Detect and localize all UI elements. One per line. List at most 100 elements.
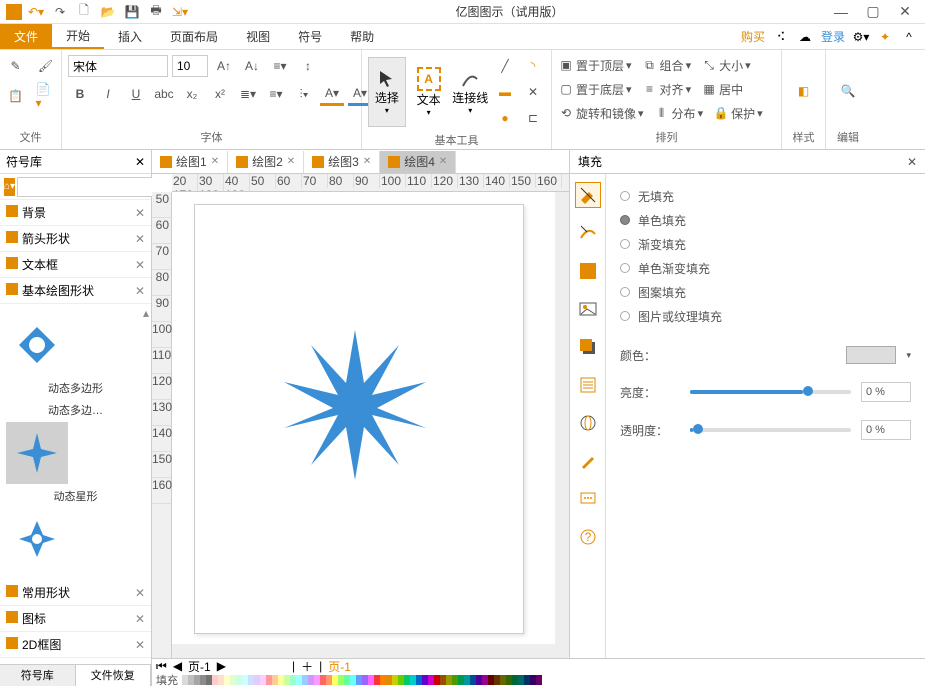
align-v-icon[interactable]: ⫶▾ <box>292 82 316 106</box>
document-tab[interactable]: 绘图2✕ <box>228 151 304 173</box>
format-painter-icon[interactable]: ✎ <box>4 54 28 78</box>
category-item[interactable]: 基本绘图形状✕ <box>0 278 151 304</box>
distribute-button[interactable]: ⫴分布▾ <box>654 102 704 124</box>
help-tool-icon[interactable]: ? <box>575 524 601 550</box>
shape-concave-star[interactable] <box>6 508 68 570</box>
crop-icon[interactable]: ⊏ <box>521 106 545 130</box>
fill-tool-icon[interactable] <box>575 182 601 208</box>
menu-layout[interactable]: 页面布局 <box>156 24 232 49</box>
export-icon[interactable]: ⇲▾ <box>170 2 190 22</box>
line-style-tool-icon[interactable] <box>575 220 601 246</box>
current-page-name[interactable]: 页-1 <box>328 658 351 675</box>
center-button[interactable]: ▦居中 <box>701 78 743 100</box>
tab-symbol-lib[interactable]: 符号库 <box>0 665 76 686</box>
apps-icon[interactable]: ✦ <box>877 29 893 45</box>
subscript-icon[interactable]: x₂ <box>180 82 204 106</box>
image-tool-icon[interactable] <box>575 296 601 322</box>
add-page-icon[interactable]: ＋ <box>301 658 313 675</box>
document-tab[interactable]: 绘图1✕ <box>152 151 228 173</box>
strike-icon[interactable]: abc <box>152 82 176 106</box>
page-tab[interactable]: 页-1 <box>188 658 211 675</box>
brush-icon[interactable]: 🖌 <box>34 54 58 78</box>
clipboard-icon[interactable]: 📋 <box>4 84 28 108</box>
transparency-value[interactable]: 0 % <box>861 420 911 440</box>
fill-option[interactable]: 单色渐变填充 <box>620 256 911 280</box>
tab-file-recover[interactable]: 文件恢复 <box>76 665 152 686</box>
style-button[interactable]: ◧ <box>788 56 819 126</box>
fill-option[interactable]: 渐变填充 <box>620 232 911 256</box>
color-picker[interactable] <box>846 346 896 364</box>
line-tool-icon[interactable]: ╱ <box>493 54 517 78</box>
category-item[interactable]: 常用形状✕ <box>0 580 151 606</box>
italic-icon[interactable]: I <box>96 82 120 106</box>
paste-icon[interactable]: 📄▾ <box>34 84 58 108</box>
prev-page-icon[interactable]: ◀ <box>173 659 182 673</box>
globe-tool-icon[interactable] <box>575 410 601 436</box>
line-spacing-icon[interactable]: ≡▾ <box>268 54 292 78</box>
menu-view[interactable]: 视图 <box>232 24 284 49</box>
home-icon[interactable]: ⌂▾ <box>4 178 15 196</box>
send-back-button[interactable]: ▢置于底层▾ <box>558 78 632 100</box>
size-button[interactable]: ⤡大小▾ <box>701 54 751 76</box>
star-shape-object[interactable] <box>275 325 435 485</box>
gear-icon[interactable]: ⚙▾ <box>853 29 869 45</box>
align-h-icon[interactable]: ≡▾ <box>264 82 288 106</box>
rect-tool-icon[interactable]: ▬ <box>493 80 517 104</box>
font-size-select[interactable] <box>172 55 208 77</box>
document-tab[interactable]: 绘图4✕ <box>380 151 456 173</box>
close-panel-icon[interactable]: ✕ <box>135 155 145 169</box>
palette-swatch[interactable] <box>536 675 542 685</box>
fill-option[interactable]: 图案填充 <box>620 280 911 304</box>
brightness-slider[interactable] <box>690 390 851 394</box>
rotate-button[interactable]: ⟲旋转和镜像▾ <box>558 102 644 124</box>
maximize-button[interactable]: ▢ <box>861 2 885 22</box>
solid-fill-tool-icon[interactable] <box>575 258 601 284</box>
text-tool[interactable]: A 文本▾ <box>410 57 448 127</box>
protect-button[interactable]: 🔒保护▾ <box>713 102 763 124</box>
shadow-tool-icon[interactable] <box>575 334 601 360</box>
underline-icon[interactable]: U <box>124 82 148 106</box>
decrease-font-icon[interactable]: A↓ <box>240 54 264 78</box>
fill-option[interactable]: 图片或纹理填充 <box>620 304 911 328</box>
collapse-gallery-icon[interactable]: ▴ <box>143 306 149 320</box>
text-direction-icon[interactable]: ↕ <box>296 54 320 78</box>
buy-link[interactable]: 购买 <box>741 28 765 45</box>
vertical-scrollbar[interactable] <box>555 192 569 644</box>
shape-dynamic-star[interactable] <box>6 422 68 484</box>
eyedropper-icon[interactable]: ✕ <box>521 80 545 104</box>
undo-icon[interactable]: ↶▾ <box>26 2 46 22</box>
category-item[interactable]: 图标✕ <box>0 606 151 632</box>
cloud-icon[interactable]: ☁ <box>797 29 813 45</box>
menu-start[interactable]: 开始 <box>52 24 104 49</box>
ellipse-tool-icon[interactable]: ● <box>493 106 517 130</box>
category-item[interactable]: 2D框图✕ <box>0 632 151 658</box>
menu-file[interactable]: 文件 <box>0 24 52 49</box>
save-icon[interactable]: 💾 <box>122 2 142 22</box>
fill-option[interactable]: 无填充 <box>620 184 911 208</box>
category-item[interactable]: 文本框✕ <box>0 252 151 278</box>
share-icon[interactable]: ⠪ <box>773 29 789 45</box>
horizontal-scrollbar[interactable] <box>172 644 569 658</box>
close-fill-panel-icon[interactable]: ✕ <box>907 155 917 169</box>
print-icon[interactable]: 🖶 <box>146 2 166 22</box>
menu-help[interactable]: 帮助 <box>336 24 388 49</box>
close-button[interactable]: ✕ <box>893 2 917 22</box>
edit-button[interactable]: 🔍 <box>832 56 864 126</box>
category-item[interactable]: 箭头形状✕ <box>0 226 151 252</box>
collapse-ribbon-icon[interactable]: ^ <box>901 29 917 45</box>
comment-tool-icon[interactable] <box>575 486 601 512</box>
bold-icon[interactable]: B <box>68 82 92 106</box>
menu-symbol[interactable]: 符号 <box>284 24 336 49</box>
edit-tool-icon[interactable] <box>575 448 601 474</box>
document-tab[interactable]: 绘图3✕ <box>304 151 380 173</box>
transparency-slider[interactable] <box>690 428 851 432</box>
page-canvas[interactable] <box>194 204 524 634</box>
connector-tool[interactable]: 连接线▾ <box>451 57 489 127</box>
shape-dynamic-polygon[interactable] <box>6 314 68 376</box>
new-doc-icon[interactable]: 🗋 <box>74 2 94 22</box>
brightness-value[interactable]: 0 % <box>861 382 911 402</box>
select-tool[interactable]: 选择▾ <box>368 57 406 127</box>
font-color-icon[interactable]: A▾ <box>320 82 344 106</box>
increase-font-icon[interactable]: A↑ <box>212 54 236 78</box>
bring-front-button[interactable]: ▣置于顶层▾ <box>558 54 632 76</box>
